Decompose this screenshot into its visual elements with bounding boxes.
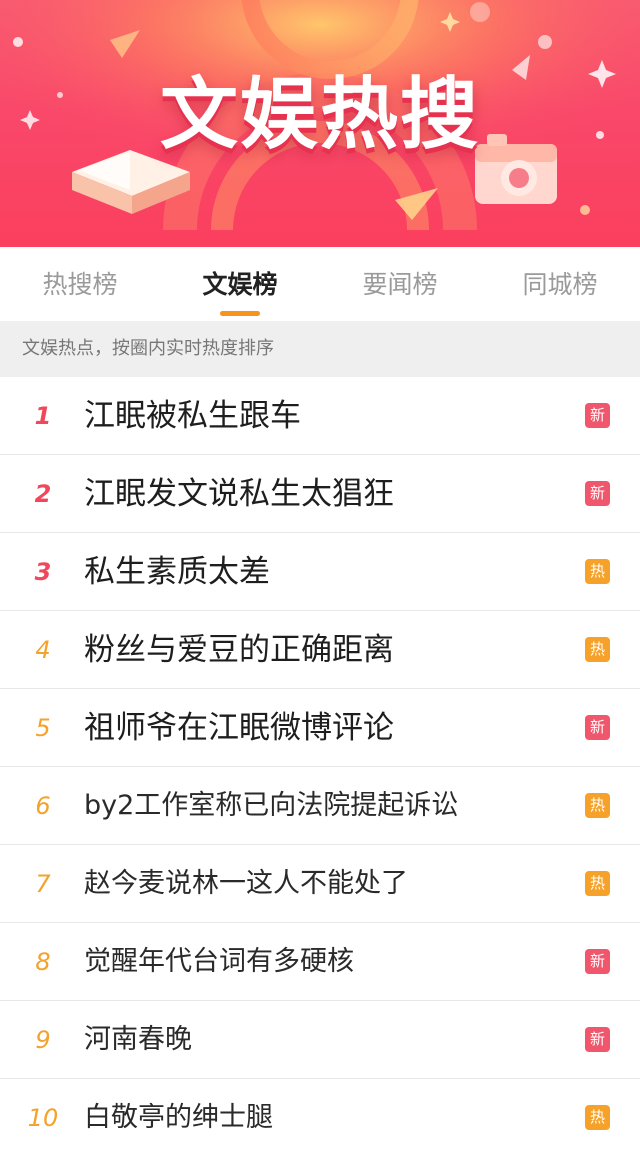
tab-label: 热搜榜 <box>42 270 118 299</box>
rank-number: 2 <box>34 480 52 508</box>
rank-number: 1 <box>34 402 52 430</box>
list-item[interactable]: 6 by2工作室称已向法院提起诉讼 热 <box>0 767 640 845</box>
list-item[interactable]: 9 河南春晚 新 <box>0 1001 640 1079</box>
item-title: 河南春晚 <box>84 1024 192 1055</box>
rank-number: 7 <box>35 870 51 898</box>
list-item[interactable]: 10 白敬亭的绅士腿 热 <box>0 1079 640 1156</box>
banner-title: 文娱热搜 <box>159 70 480 160</box>
header-banner: 文娱热搜 <box>0 0 640 247</box>
rank-number: 5 <box>35 714 51 742</box>
item-title: by2工作室称已向法院提起诉讼 <box>84 790 459 821</box>
rank-number: 9 <box>35 1026 51 1054</box>
list-item[interactable]: 4 粉丝与爱豆的正确距离 热 <box>0 611 640 689</box>
tab-bar: 热搜榜 文娱榜 要闻榜 同城榜 <box>0 247 640 321</box>
new-badge: 新 <box>585 1027 610 1052</box>
hot-badge: 热 <box>585 871 610 896</box>
new-badge: 新 <box>585 715 610 740</box>
rank-number: 8 <box>35 948 51 976</box>
rank-number: 10 <box>27 1104 59 1132</box>
rank-number: 6 <box>35 792 51 820</box>
item-title: 私生素质太差 <box>84 554 270 590</box>
tab-news[interactable]: 要闻榜 <box>320 247 480 321</box>
trending-list: 1 江眠被私生跟车 新 2 江眠发文说私生太猖狂 新 3 私生素质太差 热 4 … <box>0 377 640 1156</box>
hot-badge: 热 <box>585 793 610 818</box>
item-title: 江眠被私生跟车 <box>84 398 301 434</box>
list-item[interactable]: 3 私生素质太差 热 <box>0 533 640 611</box>
rank-number: 4 <box>35 636 51 664</box>
item-title: 白敬亭的绅士腿 <box>84 1102 273 1133</box>
list-item[interactable]: 5 祖师爷在江眠微博评论 新 <box>0 689 640 767</box>
tab-entertainment[interactable]: 文娱榜 <box>160 247 320 321</box>
item-title: 祖师爷在江眠微博评论 <box>84 710 394 746</box>
item-title: 赵今麦说林一这人不能处了 <box>84 868 408 899</box>
list-item[interactable]: 2 江眠发文说私生太猖狂 新 <box>0 455 640 533</box>
tab-label: 同城榜 <box>522 270 598 299</box>
new-badge: 新 <box>585 481 610 506</box>
item-title: 江眠发文说私生太猖狂 <box>84 476 394 512</box>
rank-number: 3 <box>34 558 52 586</box>
list-item[interactable]: 7 赵今麦说林一这人不能处了 热 <box>0 845 640 923</box>
list-item[interactable]: 1 江眠被私生跟车 新 <box>0 377 640 455</box>
tab-label: 文娱榜 <box>202 270 278 299</box>
list-description: 文娱热点，按圈内实时热度排序 <box>0 321 640 377</box>
new-badge: 新 <box>585 403 610 428</box>
tab-label: 要闻榜 <box>362 270 438 299</box>
active-tab-indicator <box>220 311 260 316</box>
list-item[interactable]: 8 觉醒年代台词有多硬核 新 <box>0 923 640 1001</box>
tab-local[interactable]: 同城榜 <box>480 247 640 321</box>
tab-hot-search[interactable]: 热搜榜 <box>0 247 160 321</box>
hot-badge: 热 <box>585 559 610 584</box>
new-badge: 新 <box>585 949 610 974</box>
hot-badge: 热 <box>585 637 610 662</box>
item-title: 粉丝与爱豆的正确距离 <box>84 632 394 668</box>
hot-badge: 热 <box>585 1105 610 1130</box>
item-title: 觉醒年代台词有多硬核 <box>84 946 354 977</box>
